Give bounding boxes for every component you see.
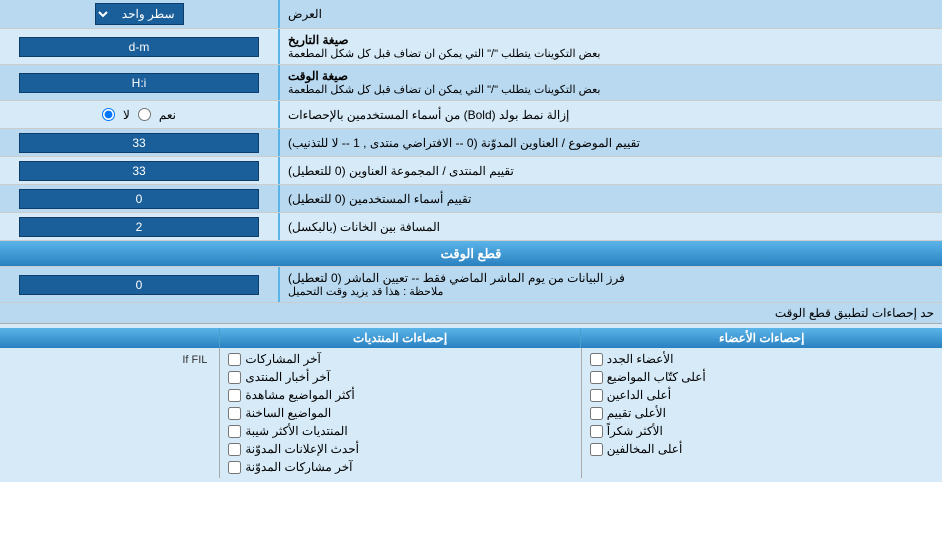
bold-input-cell: نعم لا xyxy=(0,101,280,128)
distance-input[interactable]: 2 xyxy=(19,217,258,237)
apply-label-row: حد إحصاءات لتطبيق قطع الوقت xyxy=(0,303,942,324)
checkbox-rows: الأعضاء الجدد أعلى كتّاب المواضيع أعلى ا… xyxy=(0,348,942,478)
checkbox-last-blog-posts[interactable] xyxy=(228,461,241,474)
bold-row: إزالة نمط بولد (Bold) من أسماء المستخدمي… xyxy=(0,101,942,129)
usernames-input-cell: 0 xyxy=(0,185,280,212)
checkbox-last-news[interactable] xyxy=(228,371,241,384)
forum-group-label: تقييم المنتدى / المجموعة العناوين (0 للت… xyxy=(280,157,942,184)
checkbox-members-new[interactable] xyxy=(590,353,603,366)
checkbox-last-posts[interactable] xyxy=(228,353,241,366)
checkbox-item: آخر المشاركات xyxy=(224,350,576,368)
ard-select[interactable]: سطر واحد خطين ثلاثة خطوط xyxy=(95,3,184,25)
checkbox-most-viewed[interactable] xyxy=(228,389,241,402)
bold-radio-group: نعم لا xyxy=(102,108,176,122)
checkbox-top-rated[interactable] xyxy=(590,407,603,420)
ard-row: العرض سطر واحد خطين ثلاثة خطوط xyxy=(0,0,942,29)
date-format-label: صيغة التاريخ بعض التكوينات يتطلب "/" الت… xyxy=(280,29,942,64)
forum-group-input[interactable]: 33 xyxy=(19,161,258,181)
main-container: العرض سطر واحد خطين ثلاثة خطوط صيغة التا… xyxy=(0,0,942,482)
date-format-input-cell: d-m xyxy=(0,29,280,64)
checkbox-item: آخر أخبار المنتدى xyxy=(224,368,576,386)
checkbox-col-header-empty xyxy=(0,328,219,348)
distance-label: المسافة بين الخانات (بالبكسل) xyxy=(280,213,942,240)
usernames-row: تقييم أسماء المستخدمين (0 للتعطيل) 0 xyxy=(0,185,942,213)
forum-group-row: تقييم المنتدى / المجموعة العناوين (0 للت… xyxy=(0,157,942,185)
time-format-input[interactable]: H:i xyxy=(19,73,258,93)
checkbox-item: آخر مشاركات المدوّنة xyxy=(224,458,576,476)
checkbox-top-topic-writers[interactable] xyxy=(590,371,603,384)
date-format-row: صيغة التاريخ بعض التكوينات يتطلب "/" الت… xyxy=(0,29,942,65)
date-format-input[interactable]: d-m xyxy=(19,37,258,57)
apply-label: حد إحصاءات لتطبيق قطع الوقت xyxy=(8,306,934,320)
usernames-label: تقييم أسماء المستخدمين (0 للتعطيل) xyxy=(280,185,942,212)
checkbox-col-empty: If FIL xyxy=(0,348,219,478)
checkbox-col-members: الأعضاء الجدد أعلى كتّاب المواضيع أعلى ا… xyxy=(581,348,942,478)
checkbox-item: أعلى كتّاب المواضيع xyxy=(586,368,938,386)
ard-input-cell: سطر واحد خطين ثلاثة خطوط xyxy=(0,0,280,28)
checkbox-item: الأعضاء الجدد xyxy=(586,350,938,368)
checkbox-latest-announcements[interactable] xyxy=(228,443,241,456)
cutoff-input[interactable]: 0 xyxy=(19,275,258,295)
time-format-row: صيغة الوقت بعض التكوينات يتطلب "/" التي … xyxy=(0,65,942,101)
checkbox-item: المواضيع الساخنة xyxy=(224,404,576,422)
checkbox-item: الأعلى تقييم xyxy=(586,404,938,422)
checkbox-col-forums: آخر المشاركات آخر أخبار المنتدى أكثر الم… xyxy=(219,348,580,478)
checkbox-header-row: إحصاءات الأعضاء إحصاءات المنتديات xyxy=(0,328,942,348)
cutoff-row: فرز البيانات من يوم الماشر الماضي فقط --… xyxy=(0,267,942,303)
checkbox-item: المنتديات الأكثر شيبة xyxy=(224,422,576,440)
checkbox-col-header-members: إحصاءات الأعضاء xyxy=(580,328,942,348)
checkbox-item: أعلى الداعين xyxy=(586,386,938,404)
cutoff-label: فرز البيانات من يوم الماشر الماضي فقط --… xyxy=(280,267,942,302)
cutoff-input-cell: 0 xyxy=(0,267,280,302)
checkbox-top-inviters[interactable] xyxy=(590,389,603,402)
bold-radio-no[interactable] xyxy=(102,108,115,121)
ard-label: العرض xyxy=(280,0,942,28)
checkbox-item: الأكثر شكراً xyxy=(586,422,938,440)
subject-order-label: تقييم الموضوع / العناوين المدوّنة (0 -- … xyxy=(280,129,942,156)
cutoff-section-header: قطع الوقت xyxy=(0,241,942,267)
time-format-input-cell: H:i xyxy=(0,65,280,100)
checkbox-item: أحدث الإعلانات المدوّنة xyxy=(224,440,576,458)
checkbox-item: أكثر المواضيع مشاهدة xyxy=(224,386,576,404)
bold-label: إزالة نمط بولد (Bold) من أسماء المستخدمي… xyxy=(280,101,942,128)
checkbox-top-violators[interactable] xyxy=(590,443,603,456)
distance-row: المسافة بين الخانات (بالبكسل) 2 xyxy=(0,213,942,241)
checkbox-item: أعلى المخالفين xyxy=(586,440,938,458)
checkbox-col-header-forums: إحصاءات المنتديات xyxy=(219,328,581,348)
forum-group-input-cell: 33 xyxy=(0,157,280,184)
fil-note: If FIL xyxy=(4,350,215,370)
cutoff-header-label: قطع الوقت xyxy=(0,241,942,266)
checkbox-section: إحصاءات الأعضاء إحصاءات المنتديات الأعضا… xyxy=(0,324,942,482)
subject-order-input[interactable]: 33 xyxy=(19,133,258,153)
bold-radio-yes[interactable] xyxy=(138,108,151,121)
checkbox-most-thanked[interactable] xyxy=(590,425,603,438)
subject-order-row: تقييم الموضوع / العناوين المدوّنة (0 -- … xyxy=(0,129,942,157)
time-format-label: صيغة الوقت بعض التكوينات يتطلب "/" التي … xyxy=(280,65,942,100)
distance-input-cell: 2 xyxy=(0,213,280,240)
checkbox-most-popular-forums[interactable] xyxy=(228,425,241,438)
checkbox-hot-topics[interactable] xyxy=(228,407,241,420)
subject-order-input-cell: 33 xyxy=(0,129,280,156)
usernames-input[interactable]: 0 xyxy=(19,189,258,209)
